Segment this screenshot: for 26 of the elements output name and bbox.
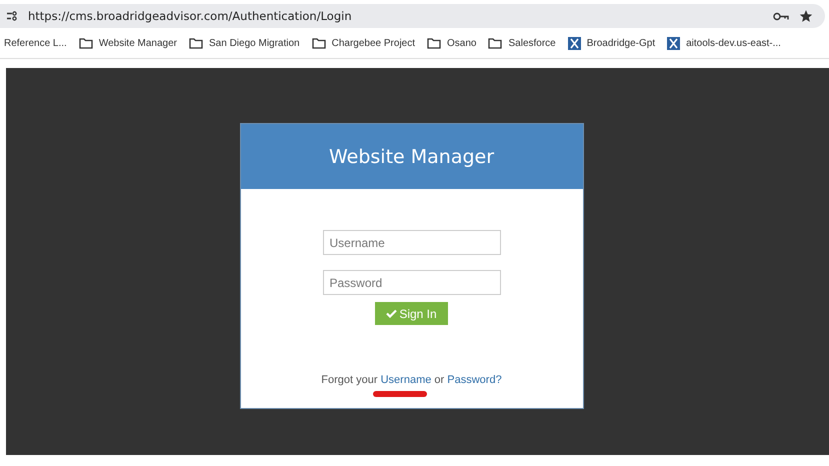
folder-icon [312,38,326,48]
underline-annotation [373,391,428,397]
bookmark[interactable]: Salesforce [488,38,556,48]
bookmark[interactable]: Chargebee Project [312,38,416,48]
bookmark[interactable]: Reference L... [4,38,67,48]
site-settings-icon[interactable] [6,11,18,21]
site-icon [667,36,680,50]
bookmark[interactable]: Broadridge-Gpt [568,36,656,50]
username-field[interactable]: Username [322,230,500,255]
folder-icon [189,38,204,48]
site-icon [568,36,581,50]
folder-icon [488,38,502,48]
star-icon[interactable] [799,9,813,23]
folder-icon [427,38,442,48]
bookmark[interactable]: aitools-dev.us-east-... [667,36,781,50]
bookmark[interactable]: San Diego Migration [189,38,300,48]
folder-icon [78,38,93,48]
password-link[interactable]: Password? [447,374,502,386]
bookmark[interactable]: Osano [427,38,476,48]
password-field[interactable]: Password [322,270,500,295]
bookmark[interactable]: Website Manager [78,38,178,48]
card-title: Website Manager [328,146,494,168]
check-icon [386,309,398,318]
key-icon[interactable] [773,12,789,20]
forgot-text: Forgot your Username or Password? [321,374,502,386]
username-link[interactable]: Username [380,374,432,386]
